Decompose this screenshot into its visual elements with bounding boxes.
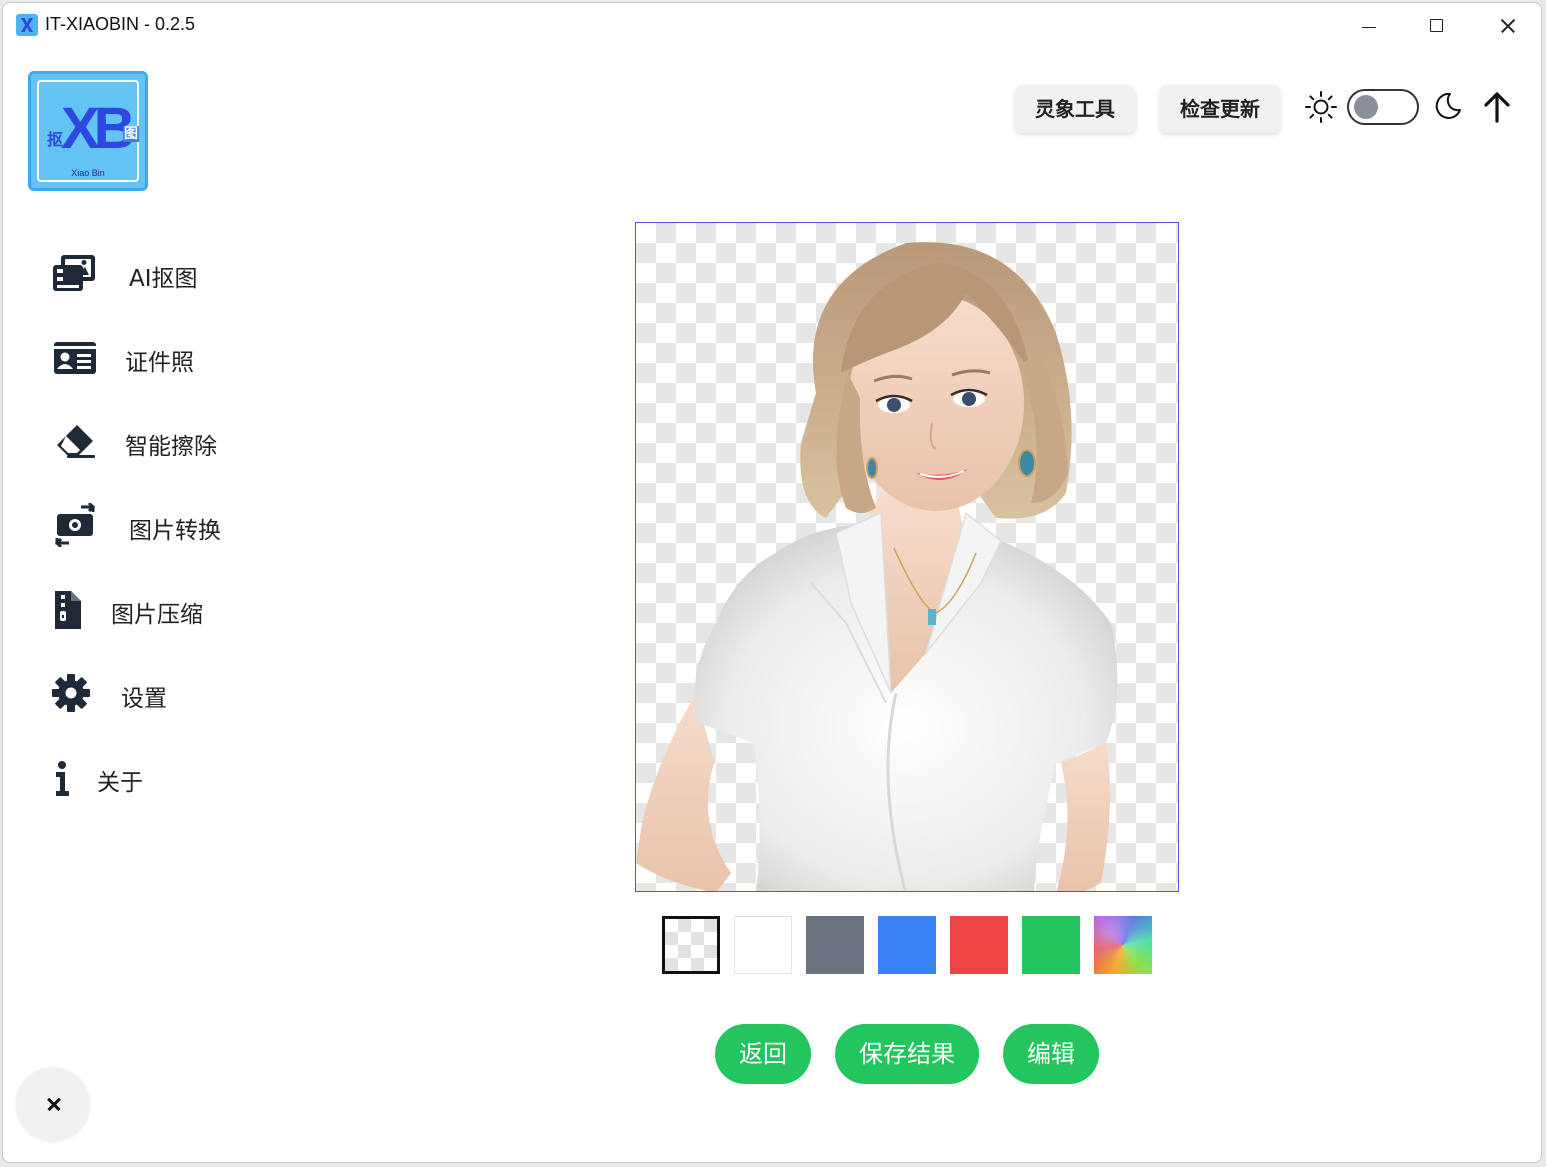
- app-window: IT-XIAOBIN - 0.2.5 抠 XB 图 Xiao Bin 灵象工具 …: [2, 2, 1542, 1163]
- result-image: [636, 242, 1118, 891]
- close-fab-button[interactable]: [16, 1067, 90, 1141]
- theme-toggle-knob: [1354, 95, 1378, 119]
- images-icon: [53, 255, 95, 291]
- bg-swatch-gray[interactable]: [806, 916, 864, 974]
- sidebar-item-label: 智能擦除: [125, 434, 217, 460]
- sidebar-item-id-photo[interactable]: 证件照: [51, 329, 371, 385]
- file-zipper-icon: [55, 591, 81, 629]
- sidebar-item-ai-matting[interactable]: AI抠图: [51, 245, 371, 301]
- sidebar-item-image-convert[interactable]: 图片转换: [51, 497, 371, 553]
- sidebar-item-label: 设置: [121, 686, 167, 712]
- sun-icon: [1305, 91, 1337, 123]
- theme-toggle[interactable]: [1347, 89, 1419, 125]
- minimize-button[interactable]: [1343, 7, 1395, 43]
- app-logo[interactable]: 抠 XB 图 Xiao Bin: [28, 71, 148, 191]
- app-icon: [16, 14, 38, 36]
- sidebar-item-label: 关于: [97, 770, 143, 796]
- bg-swatch-blue[interactable]: [878, 916, 936, 974]
- logo-frame: 抠 XB 图 Xiao Bin: [37, 80, 139, 182]
- logo-right-char: 图: [123, 126, 139, 142]
- gear-icon: [52, 674, 90, 712]
- image-preview-frame: [635, 222, 1179, 892]
- sidebar-item-image-compress[interactable]: 图片压缩: [51, 581, 371, 637]
- arrow-up-icon[interactable]: [1479, 89, 1515, 125]
- sidebar-item-label: 图片转换: [129, 518, 221, 544]
- sidebar-item-label: 证件照: [125, 350, 194, 376]
- logo-mark: XB: [61, 96, 136, 161]
- close-window-button[interactable]: [1481, 7, 1533, 43]
- bg-swatch-white[interactable]: [734, 916, 792, 974]
- id-card-icon: [54, 342, 96, 374]
- logo-subtitle: Xiao Bin: [71, 168, 105, 178]
- maximize-button[interactable]: [1411, 7, 1463, 43]
- back-button[interactable]: 返回: [715, 1024, 811, 1084]
- window-title: IT-XIAOBIN - 0.2.5: [45, 14, 196, 34]
- lingxiang-tools-button[interactable]: 灵象工具: [1014, 85, 1136, 133]
- bg-swatch-red[interactable]: [950, 916, 1008, 974]
- sidebar-item-smart-erase[interactable]: 智能擦除: [51, 413, 371, 469]
- check-update-button[interactable]: 检查更新: [1159, 85, 1281, 133]
- sidebar-item-settings[interactable]: 设置: [51, 665, 371, 721]
- info-icon: [56, 761, 69, 796]
- edit-button[interactable]: 编辑: [1003, 1024, 1099, 1084]
- sidebar-item-label: 图片压缩: [111, 602, 203, 628]
- bg-swatch-green[interactable]: [1022, 916, 1080, 974]
- bg-swatch-transparent[interactable]: [662, 916, 720, 974]
- bg-swatch-custom-color[interactable]: [1094, 916, 1152, 974]
- sidebar-item-about[interactable]: 关于: [51, 749, 371, 805]
- money-bill-transfer-icon: [54, 503, 96, 547]
- sidebar-item-label: AI抠图: [129, 266, 198, 292]
- save-result-button[interactable]: 保存结果: [835, 1024, 979, 1084]
- eraser-icon: [57, 425, 95, 458]
- moon-icon: [1435, 92, 1461, 119]
- title-bar: IT-XIAOBIN - 0.2.5: [3, 3, 1541, 47]
